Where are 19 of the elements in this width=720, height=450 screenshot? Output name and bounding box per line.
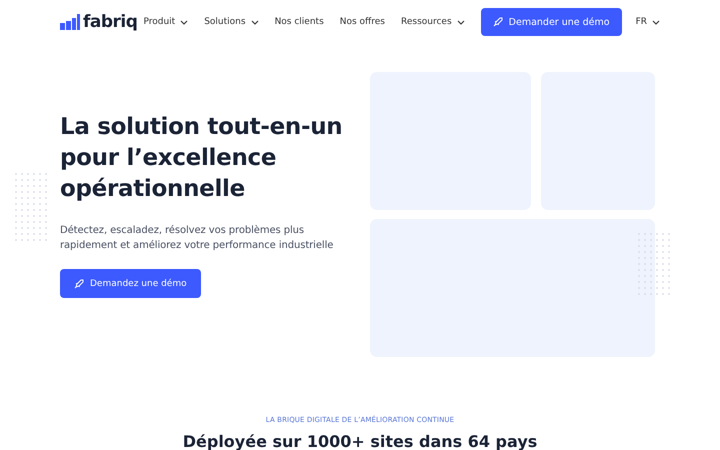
hero-title: La solution tout-en-un pour l’excellence opérationnelle (60, 113, 344, 204)
demo-button[interactable]: Demander une démo (480, 8, 622, 36)
logo-text[interactable]: fabriq (83, 12, 138, 32)
language-selector[interactable]: FR (636, 17, 660, 27)
logo-icon (60, 14, 80, 30)
chevron-down-icon (456, 20, 465, 24)
nav-menu[interactable]: Ressources (401, 17, 465, 27)
nav-link[interactable]: Nos offres (340, 17, 385, 27)
chevron-down-icon (652, 20, 660, 24)
rocket-icon (74, 278, 84, 288)
rocket-icon (492, 17, 503, 27)
nav-link[interactable]: Nos clients (274, 17, 324, 27)
nav-menu[interactable]: Produit (143, 17, 188, 27)
nav-menu[interactable]: Solutions (204, 17, 259, 27)
chevron-down-icon (180, 20, 188, 24)
hero-subtitle: Détectez, escaladez, résolvez vos problèmes plus rapidement et améliorez votre performance industrielle (60, 224, 334, 253)
dot-pattern (14, 172, 48, 244)
chevron-down-icon (250, 20, 259, 24)
demo-button[interactable]: Demandez une démo (60, 269, 201, 298)
